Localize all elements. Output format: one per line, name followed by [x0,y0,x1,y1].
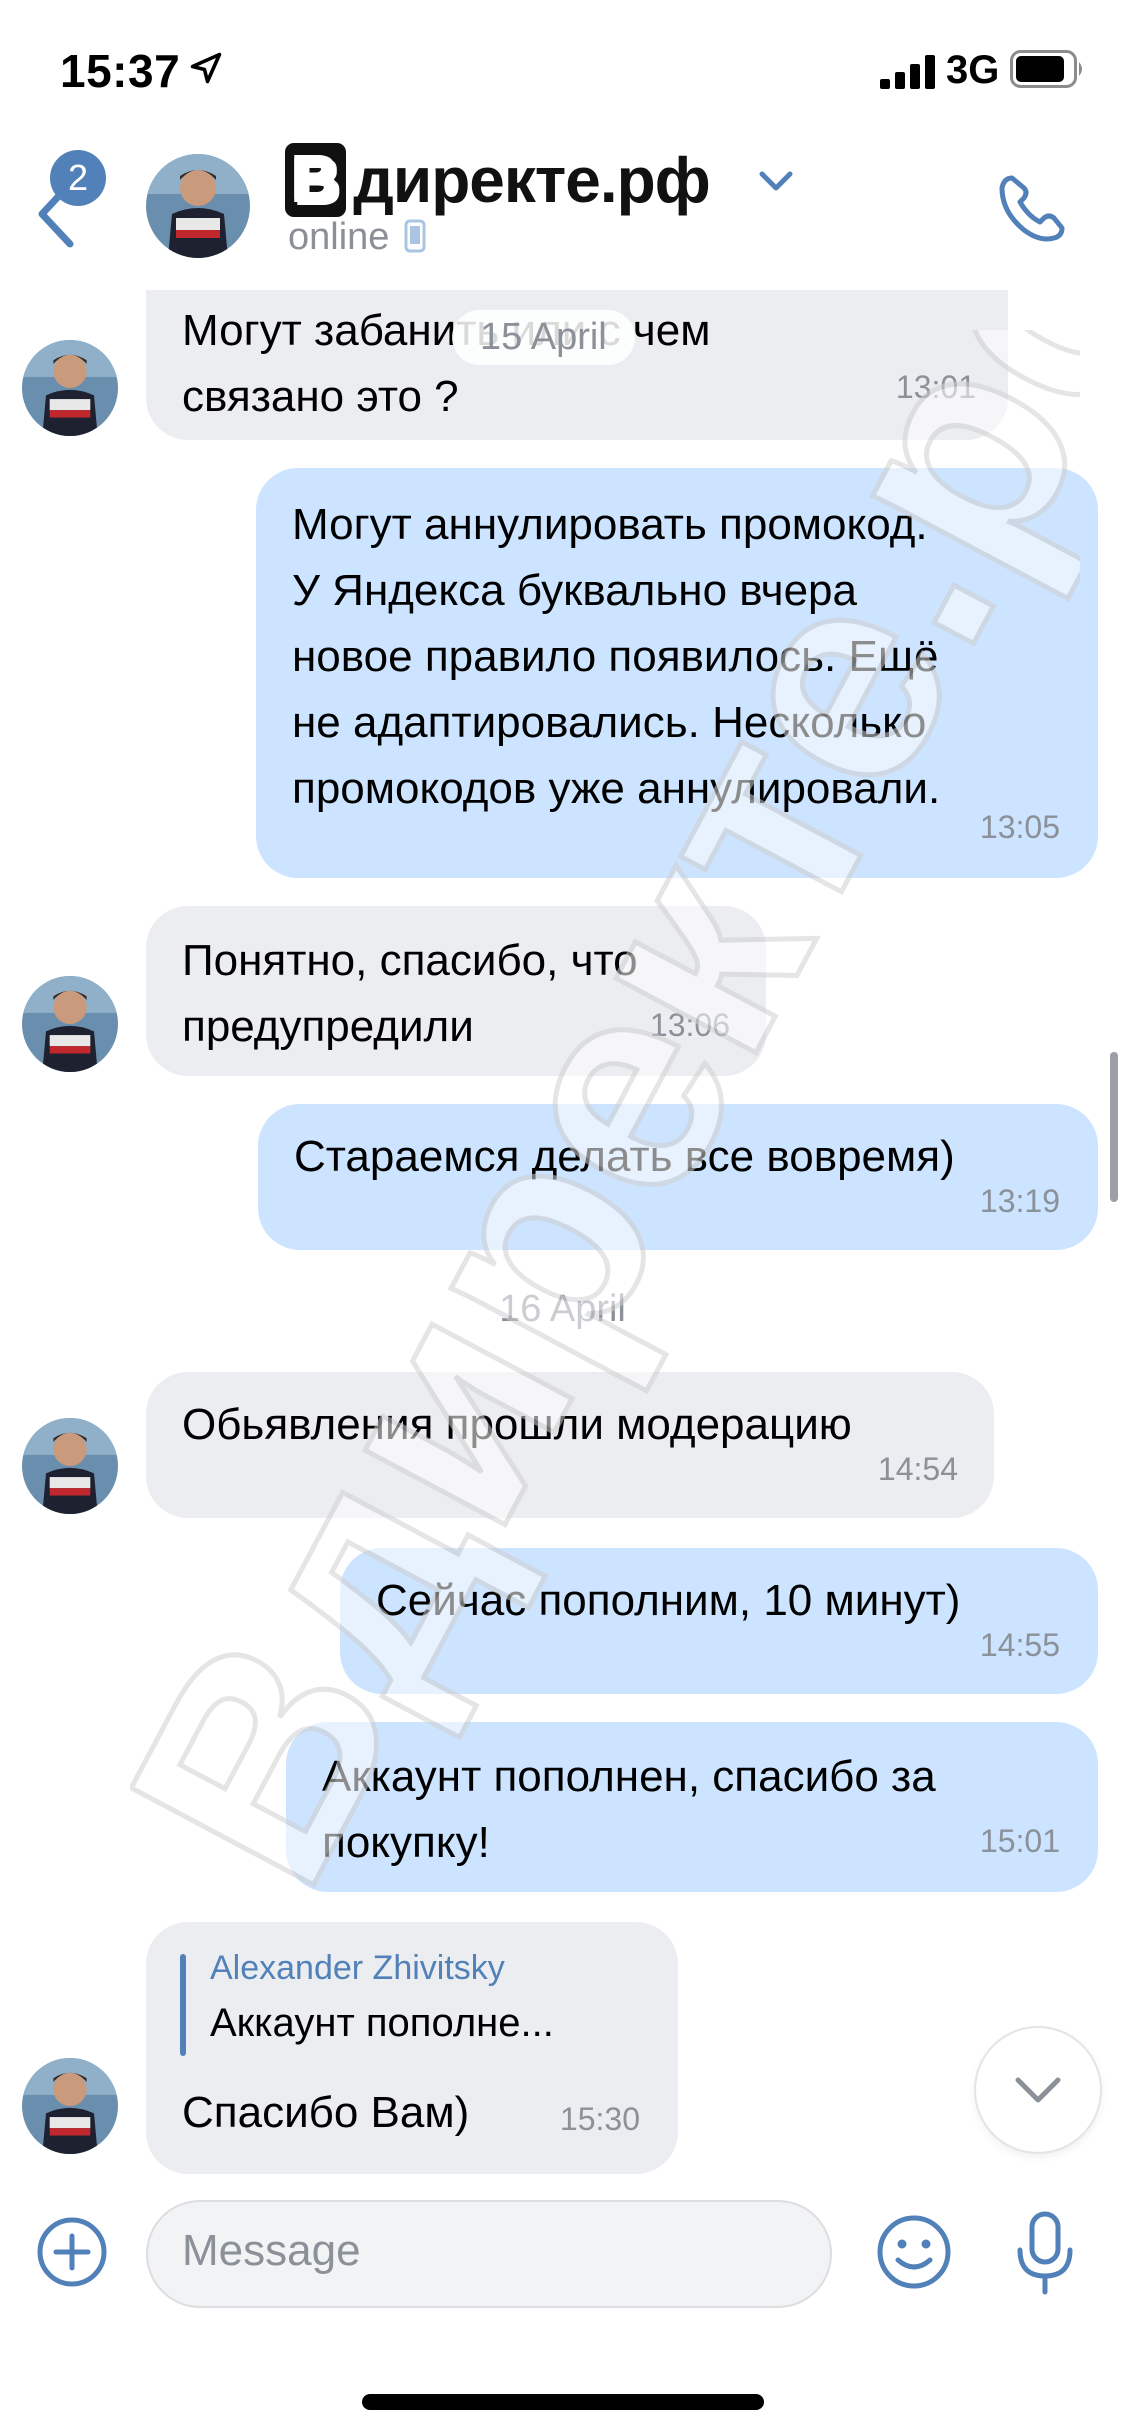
message-time: 13:06 [649,1007,730,1043]
sender-avatar[interactable] [22,2058,118,2154]
message-bubble-outgoing[interactable]: Сейчас пополним, 10 минут) 14:55 [340,1548,1098,1694]
message-time: 15:30 [559,2101,640,2137]
presence-status: online [288,216,426,259]
signal-strength-icon [880,55,935,89]
network-type: 3G [946,48,1000,92]
smile-icon[interactable] [874,2212,954,2292]
message-bubble-outgoing[interactable]: Аккаунт пополнен, спасибо за покупку! 15… [286,1722,1098,1892]
date-separator: 15 April [452,310,635,365]
message-time: 14:55 [979,1627,1060,1663]
sender-avatar[interactable] [22,1418,118,1514]
message-bubble-outgoing[interactable]: Могут аннулировать промокод. У Яндекса б… [256,468,1098,878]
reply-text[interactable]: Аккаунт пополне... [210,1992,554,2054]
plus-circle-icon[interactable] [36,2216,108,2288]
reply-bar [180,1954,186,2056]
scroll-to-bottom-button[interactable] [976,2028,1100,2152]
chevron-down-icon [1015,2077,1061,2103]
chat-title-text: Вдиректе.рф [282,140,711,220]
reply-author: Alexander Zhivitsky [210,1949,505,1987]
chevron-down-icon[interactable] [758,168,794,194]
message-bubble-outgoing[interactable]: Стараемся делать все вовремя) 13:19 [258,1104,1098,1250]
mobile-device-icon [404,219,426,253]
message-bubble-incoming[interactable]: Alexander Zhivitsky Аккаунт пополне... С… [146,1922,678,2174]
unread-count-badge: 2 [50,150,106,206]
message-time: 13:19 [979,1183,1060,1219]
battery-icon [1010,50,1082,88]
message-text: Аккаунт пополнен, спасибо за покупку! [322,1752,936,1867]
sender-avatar[interactable] [22,340,118,436]
avatar[interactable] [146,154,250,258]
message-bubble-incoming[interactable]: Понятно, спасибо, что предупредили 13:06 [146,906,766,1076]
presence-text: online [288,216,390,258]
message-text: Сейчас пополним, 10 минут) [376,1576,961,1625]
message-text: Обьявления прошли модерацию [182,1400,852,1449]
avatar-photo [22,976,118,1072]
message-time: 15:01 [979,1823,1060,1859]
phone-icon[interactable] [994,170,1070,246]
avatar-photo [22,2058,118,2154]
message-text: Понятно, спасибо, что предупредили [182,936,638,1051]
chat-title-logo-box: В [282,140,350,220]
message-time: 14:54 [877,1451,958,1487]
scrollbar[interactable] [1110,1052,1118,1202]
microphone-icon[interactable] [1010,2210,1080,2296]
sender-avatar[interactable] [22,976,118,1072]
message-time: 13:05 [979,809,1060,845]
message-text: Спасибо Вам) [182,2088,470,2137]
chat-title[interactable]: Вдиректе.рф [282,140,711,220]
message-text: Могут аннулировать промокод. У Яндекса б… [292,500,941,813]
avatar-photo [22,340,118,436]
status-time: 15:37 [60,45,181,97]
avatar-photo [22,1418,118,1514]
avatar-photo [146,154,250,258]
message-text: Могут забанить или с чем связано это ? [182,306,711,421]
message-time: 13:01 [895,369,976,405]
chat-title-rest: директе.рф [353,144,710,216]
home-indicator[interactable] [362,2394,764,2410]
date-separator: 16 April [499,1288,626,1330]
message-text: Стараемся делать все вовремя) [294,1132,955,1181]
message-bubble-incoming[interactable]: Обьявления прошли модерацию 14:54 [146,1372,994,1518]
location-arrow-icon [190,52,222,84]
message-input-placeholder: Message [182,2226,361,2275]
